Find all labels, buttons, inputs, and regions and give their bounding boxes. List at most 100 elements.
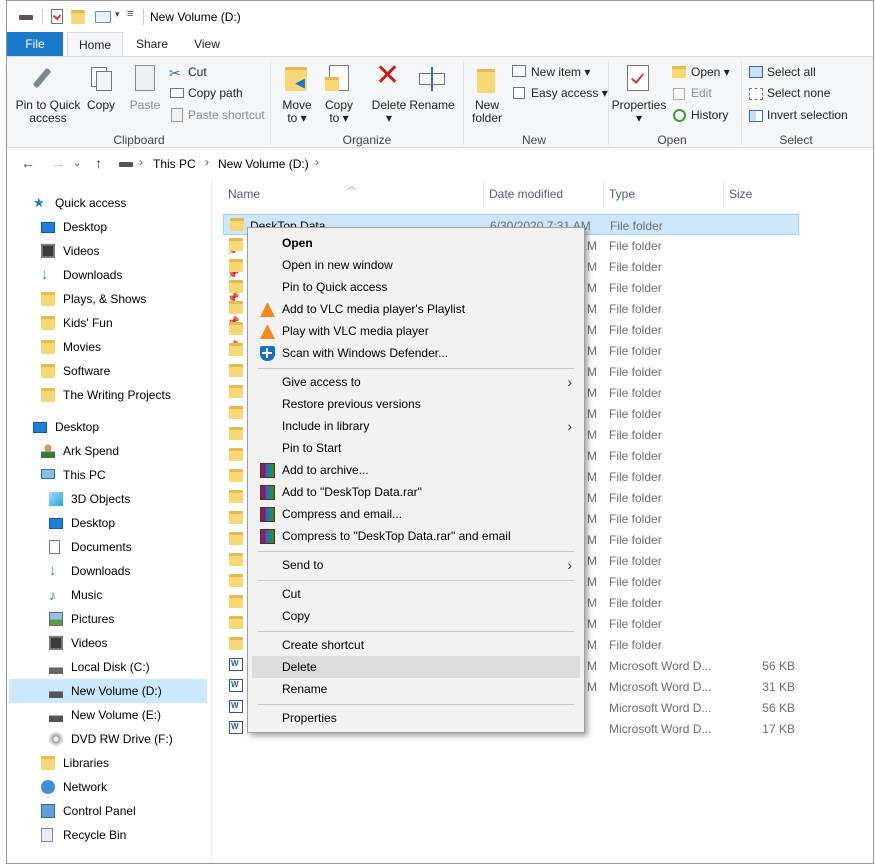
- new-folder-qat-icon[interactable]: [71, 10, 85, 24]
- tab-share[interactable]: Share: [127, 32, 177, 56]
- menu-label: Scan with Windows Defender...: [282, 346, 449, 360]
- date-fragment: M: [587, 407, 597, 421]
- folder-icon: [229, 343, 243, 356]
- column-type[interactable]: Type: [609, 187, 635, 201]
- submenu-arrow-icon: ›: [567, 418, 572, 434]
- recycle-bin-icon: [41, 828, 53, 842]
- menu-item-compress-email[interactable]: Compress and email...: [252, 503, 580, 525]
- menu-item-pin-quick-access[interactable]: Pin to Quick access: [252, 276, 580, 298]
- word-document-icon: [229, 721, 243, 734]
- column-divider[interactable]: [483, 181, 484, 207]
- menu-separator: [258, 551, 574, 552]
- nav-label: Control Panel: [63, 804, 136, 818]
- file-type: File folder: [610, 219, 663, 233]
- file-type: File folder: [609, 407, 662, 421]
- file-type: File folder: [609, 428, 662, 442]
- column-date-modified[interactable]: Date modified: [489, 187, 563, 201]
- menu-item-rename[interactable]: Rename: [252, 678, 580, 700]
- breadcrumb-new-volume[interactable]: New Volume (D:): [218, 157, 309, 171]
- folder-icon: [41, 292, 55, 306]
- menu-item-vlc-playlist[interactable]: Add to VLC media player's Playlist: [252, 298, 580, 320]
- up-arrow-icon[interactable]: ↑: [95, 155, 102, 171]
- forward-arrow-icon[interactable]: →: [51, 155, 65, 171]
- menu-item-include-library[interactable]: Include in library ›: [252, 415, 580, 437]
- paste-shortcut-label: Paste shortcut: [188, 108, 265, 122]
- nav-label: Documents: [71, 540, 132, 554]
- customize-qat-icon[interactable]: ≡: [127, 8, 133, 20]
- nav-label: New Volume (E:): [71, 708, 162, 722]
- word-document-icon: [229, 700, 243, 713]
- pane-splitter[interactable]: [211, 179, 212, 863]
- tab-file[interactable]: File: [7, 32, 63, 56]
- easy-access-icon: [513, 87, 525, 99]
- menu-item-scan-defender[interactable]: Scan with Windows Defender...: [252, 342, 580, 364]
- menu-item-add-rar[interactable]: Add to "DeskTop Data.rar": [252, 481, 580, 503]
- column-divider[interactable]: [723, 181, 724, 207]
- folder-icon: [229, 490, 243, 503]
- select-all-icon: [749, 66, 763, 78]
- submenu-arrow-icon: ›: [567, 374, 572, 390]
- menu-item-copy[interactable]: Copy: [252, 605, 580, 627]
- column-divider[interactable]: [603, 181, 604, 207]
- breadcrumb-this-pc[interactable]: This PC: [153, 157, 196, 171]
- date-fragment: M: [587, 533, 597, 547]
- nav-label: Recycle Bin: [63, 828, 127, 842]
- back-arrow-icon[interactable]: ←: [21, 155, 35, 171]
- new-item-icon: [512, 65, 526, 77]
- breadcrumb-sep: ›: [205, 155, 209, 169]
- nav-label: Ark Spend: [63, 444, 120, 458]
- winrar-icon: [260, 463, 275, 478]
- menu-label: Add to "DeskTop Data.rar": [282, 485, 422, 499]
- qat-dropdown-icon[interactable]: ▾: [115, 9, 120, 20]
- menu-item-open-new-window[interactable]: Open in new window: [252, 254, 580, 276]
- folder-icon: [229, 322, 243, 335]
- word-document-icon: [229, 658, 243, 671]
- date-fragment: M: [587, 554, 597, 568]
- nav-label: Desktop: [55, 420, 100, 434]
- recent-locations-icon[interactable]: ⌄: [73, 158, 81, 169]
- new-folder-icon: [477, 69, 495, 93]
- menu-item-add-archive[interactable]: Add to archive...: [252, 459, 580, 481]
- menu-item-compress-rar-email[interactable]: Compress to "DeskTop Data.rar" and email: [252, 525, 580, 547]
- date-fragment: M: [587, 680, 597, 694]
- ribbon: Pin to Quick access Copy Paste ✂ Cut Cop…: [7, 56, 873, 148]
- select-group-label: Select: [779, 133, 813, 147]
- explorer-window: ▾ ≡ New Volume (D:) File Home Share View…: [6, 0, 874, 864]
- menu-item-vlc-play[interactable]: Play with VLC media player: [252, 320, 580, 342]
- menu-separator: [258, 368, 574, 369]
- menu-item-send-to[interactable]: Send to ›: [252, 554, 580, 576]
- cube-icon: [49, 492, 63, 506]
- nav-label: Kids' Fun: [63, 316, 113, 330]
- menu-item-restore-versions[interactable]: Restore previous versions: [252, 393, 580, 415]
- column-name[interactable]: Name: [228, 187, 260, 201]
- nav-label: Desktop: [63, 220, 108, 234]
- menu-item-give-access[interactable]: Give access to ›: [252, 371, 580, 393]
- qat-view-icon[interactable]: [95, 11, 111, 23]
- menu-label: Give access to: [282, 375, 361, 389]
- column-size[interactable]: Size: [729, 187, 752, 201]
- date-fragment: M: [587, 491, 597, 505]
- nav-label: Music: [71, 588, 103, 602]
- menu-item-open[interactable]: Open: [252, 232, 580, 254]
- tab-view[interactable]: View: [185, 32, 229, 56]
- menu-item-create-shortcut[interactable]: Create shortcut: [252, 634, 580, 656]
- divider: [42, 9, 43, 25]
- file-type: File folder: [609, 344, 662, 358]
- control-panel-icon: [41, 804, 55, 818]
- date-fragment: M: [587, 323, 597, 337]
- open-group-label: Open: [657, 133, 687, 147]
- folder-icon: [41, 364, 55, 378]
- easy-access-label: Easy access ▾: [531, 86, 608, 100]
- tab-home[interactable]: Home: [67, 32, 123, 57]
- menu-label: Compress to "DeskTop Data.rar" and email: [282, 529, 511, 543]
- nav-label: Libraries: [63, 756, 110, 770]
- address-bar[interactable]: › This PC › New Volume (D:) ›: [115, 153, 855, 175]
- menu-item-cut[interactable]: Cut: [252, 583, 580, 605]
- menu-label: Cut: [282, 587, 301, 601]
- menu-item-pin-start[interactable]: Pin to Start: [252, 437, 580, 459]
- menu-item-properties[interactable]: Properties: [252, 707, 580, 729]
- properties-qat-icon[interactable]: [51, 9, 63, 24]
- clipboard-group-label: Clipboard: [113, 133, 165, 147]
- menu-item-delete[interactable]: Delete: [252, 656, 580, 678]
- desktop-icon: [41, 222, 55, 233]
